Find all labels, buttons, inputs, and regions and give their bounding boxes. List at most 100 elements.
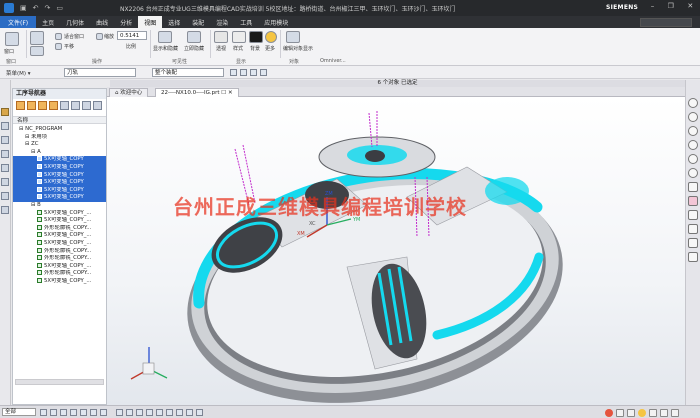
operation-row[interactable]: 5X可变轴_COPY_...: [13, 277, 106, 286]
type-filter-dropdown[interactable]: 刀轨: [64, 68, 136, 77]
tab-home[interactable]: 主页: [36, 16, 60, 28]
operation-row[interactable]: 5X可变轴_COPY_...: [13, 209, 106, 218]
operation-row[interactable]: 外形轮廓铣_COPY...: [13, 224, 106, 233]
select-component-icon[interactable]: [176, 409, 183, 416]
roles-icon[interactable]: [688, 126, 698, 136]
snap-icon[interactable]: [250, 69, 257, 76]
snap-quadrant-icon[interactable]: [70, 409, 77, 416]
history-icon[interactable]: [688, 112, 698, 122]
hd3d-icon[interactable]: [688, 210, 698, 220]
menu-file[interactable]: 文件(F): [0, 16, 37, 28]
fit-window-button[interactable]: 适合窗口: [64, 33, 84, 40]
operation-row[interactable]: 5X可变轴_COPY: [13, 156, 106, 164]
tab-curve[interactable]: 曲线: [90, 16, 114, 28]
verify-icon[interactable]: [82, 101, 91, 110]
rotate-icon[interactable]: [30, 46, 44, 56]
edit-object-display-button[interactable]: 编辑对象显示: [283, 45, 313, 52]
assembly-navigator-icon[interactable]: [1, 150, 9, 158]
edit-object-display-icon[interactable]: [286, 31, 300, 43]
tree-group-row[interactable]: ⊟ NC_PROGRAM: [13, 126, 106, 134]
snap-intersection-icon[interactable]: [80, 409, 87, 416]
zoom-icon[interactable]: [96, 33, 103, 40]
pan-button[interactable]: 平移: [64, 43, 74, 50]
system-material-icon[interactable]: [688, 140, 698, 150]
part-navigator-icon[interactable]: [1, 136, 9, 144]
punctuation-icon[interactable]: [627, 408, 635, 417]
nx-app-icon[interactable]: [4, 3, 14, 13]
restore-button[interactable]: ❐: [668, 2, 674, 14]
operation-row[interactable]: 外形轮廓铣_COPY...: [13, 255, 106, 263]
select-all-icon[interactable]: [116, 409, 123, 416]
snap-center-icon[interactable]: [60, 409, 67, 416]
operation-row[interactable]: 5X可变轴_COPY_...: [13, 239, 106, 248]
operation-row[interactable]: 外形轮廓铣_COPY...: [13, 247, 106, 256]
constraint-icon[interactable]: [688, 182, 698, 192]
snap-icon[interactable]: [260, 69, 267, 76]
tab-applications[interactable]: 应用模块: [258, 16, 294, 28]
operation-row[interactable]: 5X可变轴_COPY: [13, 194, 106, 202]
operation-row[interactable]: 5X可变轴_COPY: [13, 186, 106, 195]
tree-group-row[interactable]: ⊟ B: [13, 202, 106, 210]
menu-button[interactable]: 菜单(M) ▾: [6, 69, 31, 77]
pan-icon[interactable]: [55, 43, 62, 50]
immediate-hide-button[interactable]: 立即隐藏: [184, 45, 204, 52]
undo-icon[interactable]: ↶: [33, 4, 39, 12]
more-button[interactable]: 更多: [265, 45, 275, 52]
roles-icon[interactable]: [1, 192, 9, 200]
postprocess-icon[interactable]: [93, 101, 102, 110]
snap-point-icon[interactable]: [100, 409, 107, 416]
operation-row[interactable]: 5X可变轴_COPY: [13, 171, 106, 180]
perspective-icon[interactable]: [214, 31, 228, 43]
name-column-header[interactable]: 名称: [13, 116, 106, 124]
show-hide-icon[interactable]: [158, 31, 172, 43]
tab-analysis[interactable]: 分析: [114, 16, 138, 28]
part-navigator-icon[interactable]: [688, 154, 698, 164]
settings-icon[interactable]: [671, 408, 679, 417]
show-hide-button[interactable]: 显示和隐藏: [153, 45, 178, 52]
operation-row[interactable]: 外形轮廓铣_COPY...: [13, 270, 106, 278]
operation-row[interactable]: 5X可变轴_COPY_...: [13, 232, 106, 240]
camera-icon[interactable]: [30, 31, 44, 45]
filter-scope-dropdown[interactable]: 全部: [2, 408, 36, 416]
palette-icon[interactable]: [688, 238, 698, 248]
redo-icon[interactable]: ↷: [45, 4, 51, 12]
select-body-icon[interactable]: [146, 409, 153, 416]
method-view-icon[interactable]: [49, 101, 58, 110]
window-icon[interactable]: ▭: [56, 4, 63, 12]
chrome-icon[interactable]: [688, 98, 698, 108]
select-feature-icon[interactable]: [156, 409, 163, 416]
save-icon[interactable]: ▣: [20, 4, 27, 12]
machine-tool-view-icon[interactable]: [27, 101, 36, 110]
selection-scope-dropdown[interactable]: 整个装配: [152, 68, 224, 77]
select-sketch-icon[interactable]: [186, 409, 193, 416]
horizontal-scrollbar[interactable]: [15, 379, 104, 385]
fit-window-icon[interactable]: [55, 33, 62, 40]
select-curve-icon[interactable]: [166, 409, 173, 416]
geometry-view-icon[interactable]: [38, 101, 47, 110]
ratio-button[interactable]: 比例: [126, 43, 136, 50]
snap-midpoint-icon[interactable]: [50, 409, 57, 416]
snap-existing-icon[interactable]: [90, 409, 97, 416]
operation-row[interactable]: 5X可变轴_COPY: [13, 179, 106, 187]
microphone-icon[interactable]: [660, 408, 668, 417]
snap-endpoint-icon[interactable]: [40, 409, 47, 416]
window-button-label[interactable]: 窗口: [4, 48, 14, 55]
replay-icon[interactable]: [71, 101, 80, 110]
operation-row[interactable]: 5X可变轴_COPY_...: [13, 217, 106, 225]
background-button[interactable]: 背景: [250, 45, 260, 52]
style-icon[interactable]: [232, 31, 246, 43]
tab-part-file[interactable]: 22----NX10.0----IG.prt ☐ ✕: [155, 88, 239, 97]
tab-view[interactable]: 视图: [138, 16, 163, 28]
scale-input[interactable]: 0.5141: [117, 31, 147, 40]
snap-icon[interactable]: [230, 69, 237, 76]
assembly-navigator-icon[interactable]: [688, 168, 698, 178]
web-browser-icon[interactable]: [688, 224, 698, 234]
window-icon[interactable]: [5, 32, 19, 46]
emoji-icon[interactable]: [638, 408, 646, 417]
generate-icon[interactable]: [60, 101, 69, 110]
tree-group-row[interactable]: ⊟ ZC: [13, 141, 106, 149]
tab-geometry[interactable]: 几何体: [60, 16, 90, 28]
close-button[interactable]: ✕: [687, 2, 693, 14]
tree-group-row[interactable]: ⊟ 未用项: [13, 134, 106, 142]
program-order-view-icon[interactable]: [16, 101, 25, 110]
